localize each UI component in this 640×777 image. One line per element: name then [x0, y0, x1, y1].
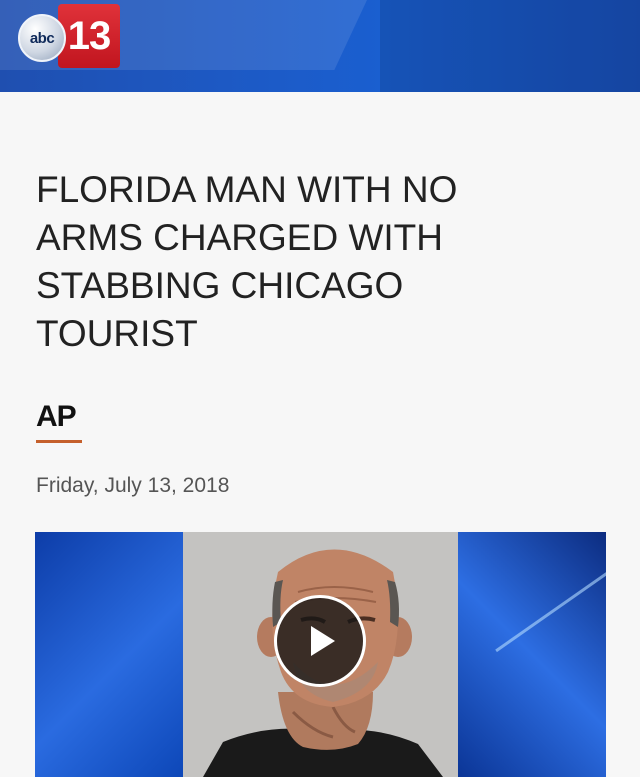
article-headline: FLORIDA MAN WITH NO ARMS CHARGED WITH ST…	[36, 166, 596, 358]
source-byline[interactable]: AP	[36, 400, 77, 434]
video-background-right	[458, 532, 606, 777]
site-header: 13 abc	[0, 0, 640, 92]
logo-number: 13	[58, 4, 120, 68]
header-shade	[380, 0, 640, 92]
abc13-logo[interactable]: 13 abc	[18, 4, 120, 68]
play-icon	[311, 626, 335, 656]
video-background-left	[35, 532, 183, 777]
headline-line: FLORIDA MAN WITH NO	[36, 169, 458, 210]
headline-line: ARMS CHARGED WITH	[36, 217, 443, 258]
headline-line: STABBING CHICAGO	[36, 265, 404, 306]
video-player[interactable]	[35, 532, 606, 777]
light-beam	[495, 534, 606, 653]
headline-line: TOURIST	[36, 313, 198, 354]
byline-divider	[36, 440, 82, 443]
play-button[interactable]	[274, 595, 366, 687]
publish-date: Friday, July 13, 2018	[36, 474, 230, 497]
logo-abc: abc	[18, 14, 66, 62]
